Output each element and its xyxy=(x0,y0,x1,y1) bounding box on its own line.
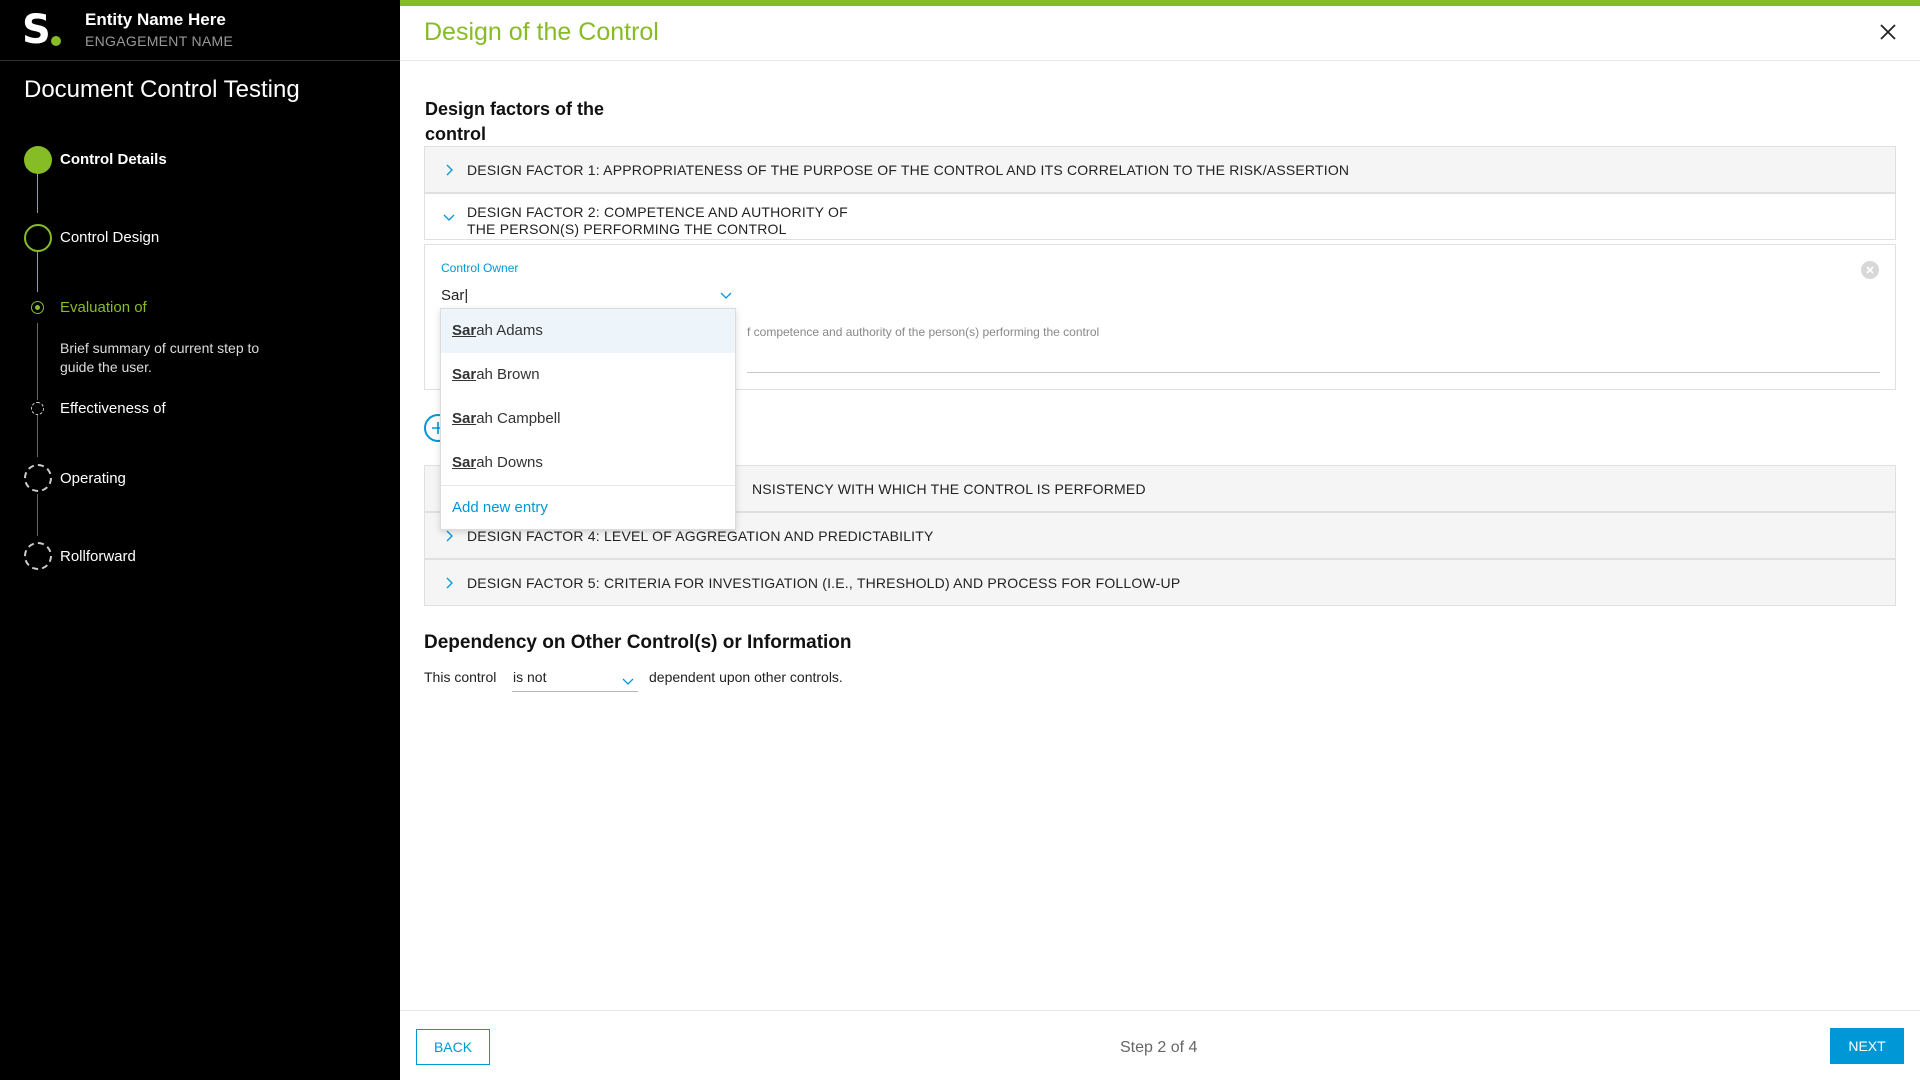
sidebar-step-evaluation[interactable]: Evaluation of xyxy=(60,299,147,316)
step-pending-icon xyxy=(24,542,52,570)
close-icon[interactable] xyxy=(1876,20,1900,44)
brand-header: S Entity Name Here ENGAGEMENT NAME xyxy=(0,0,400,61)
control-owner-input[interactable] xyxy=(441,283,736,309)
design-factor-label: DESIGN FACTOR 2: COMPETENCE AND AUTHORIT… xyxy=(467,204,848,237)
sidebar: S Entity Name Here ENGAGEMENT NAME Docum… xyxy=(0,0,400,1080)
clear-icon[interactable] xyxy=(1861,261,1879,279)
dependency-select[interactable]: is not xyxy=(512,666,638,692)
chevron-down-icon xyxy=(622,678,634,685)
page-header: Design of the Control xyxy=(400,6,1920,61)
sidebar-step-effectiveness[interactable]: Effectiveness of xyxy=(60,400,166,417)
design-factor-label: DESIGN FACTOR 1: APPROPRIATENESS OF THE … xyxy=(467,162,1350,178)
sidebar-step-rollforward[interactable]: Rollforward xyxy=(60,548,136,565)
dependency-suffix: dependent upon other controls. xyxy=(649,669,843,685)
chevron-right-icon xyxy=(446,577,453,589)
option-rest: ah Campbell xyxy=(476,410,561,427)
step-connector xyxy=(37,494,38,536)
chevron-right-icon xyxy=(446,164,453,176)
chevron-right-icon xyxy=(446,530,453,542)
option-match: Sar xyxy=(452,410,477,427)
next-button[interactable]: NEXT xyxy=(1830,1028,1904,1064)
sidebar-title: Document Control Testing xyxy=(24,76,300,103)
logo: S xyxy=(22,7,51,53)
option-rest: ah Downs xyxy=(476,454,543,471)
step-description: Brief summary of current step to guide t… xyxy=(60,340,260,375)
design-factor-label: DESIGN FACTOR 5: CRITERIA FOR INVESTIGAT… xyxy=(467,575,1181,591)
step-counter: Step 2 of 4 xyxy=(1120,1039,1198,1056)
sidebar-step-control-details[interactable]: Control Details xyxy=(60,151,167,168)
field-hint: f competence and authority of the person… xyxy=(747,325,1100,339)
main-panel: Design of the Control Design factors of … xyxy=(400,0,1920,1080)
description-field[interactable] xyxy=(747,372,1880,373)
step-connector xyxy=(37,323,38,400)
back-button[interactable]: BACK xyxy=(416,1029,490,1065)
page-title: Design of the Control xyxy=(424,18,659,46)
option-rest: ah Adams xyxy=(476,322,543,339)
option-rest: ah Brown xyxy=(476,366,540,383)
step-pending-icon xyxy=(31,402,44,415)
add-new-entry-option[interactable]: Add new entry xyxy=(441,485,735,529)
dropdown-option[interactable]: Sarah Campbell xyxy=(441,397,735,441)
dropdown-option[interactable]: Sarah Adams xyxy=(441,309,735,353)
option-match: Sar xyxy=(452,322,477,339)
dropdown-option[interactable]: Sarah Brown xyxy=(441,353,735,397)
step-connector xyxy=(37,415,38,457)
option-match: Sar xyxy=(452,366,477,383)
chevron-down-icon xyxy=(443,214,455,221)
dependency-prefix: This control xyxy=(424,669,497,685)
design-factor-5[interactable]: DESIGN FACTOR 5: CRITERIA FOR INVESTIGAT… xyxy=(424,559,1896,606)
dropdown-option[interactable]: Sarah Downs xyxy=(441,441,735,485)
sidebar-step-operating[interactable]: Operating Effectiveness xyxy=(60,470,180,488)
design-factor-label: NSISTENCY WITH WHICH THE CONTROL IS PERF… xyxy=(752,481,1146,497)
step-outline-icon xyxy=(24,224,52,252)
design-factor-label: DESIGN FACTOR 4: LEVEL OF AGGREGATION AN… xyxy=(467,528,934,544)
design-factor-1[interactable]: DESIGN FACTOR 1: APPROPRIATENESS OF THE … xyxy=(424,146,1896,193)
footer: BACK Step 2 of 4 NEXT xyxy=(400,1010,1920,1080)
chevron-down-icon[interactable] xyxy=(720,289,732,301)
step-connector xyxy=(37,252,38,292)
step-connector xyxy=(37,173,38,213)
option-match: Sar xyxy=(452,454,477,471)
owner-autocomplete-dropdown: Sarah Adams Sarah Brown Sarah Campbell S… xyxy=(440,308,736,530)
step-active-icon xyxy=(31,301,44,314)
design-factor-2[interactable]: DESIGN FACTOR 2: COMPETENCE AND AUTHORIT… xyxy=(424,193,1896,240)
step-pending-icon xyxy=(24,464,52,492)
control-owner-label: Control Owner xyxy=(441,261,519,275)
engagement-name: ENGAGEMENT NAME xyxy=(85,33,234,49)
step-complete-icon xyxy=(24,146,52,174)
section-title: Design factors of the control xyxy=(425,99,605,144)
sidebar-step-control-design[interactable]: Control Design xyxy=(60,229,159,246)
dependency-selected-value: is not xyxy=(513,669,547,685)
dependency-title: Dependency on Other Control(s) or Inform… xyxy=(424,632,852,653)
logo-dot xyxy=(51,36,61,46)
entity-name: Entity Name Here xyxy=(85,10,226,29)
